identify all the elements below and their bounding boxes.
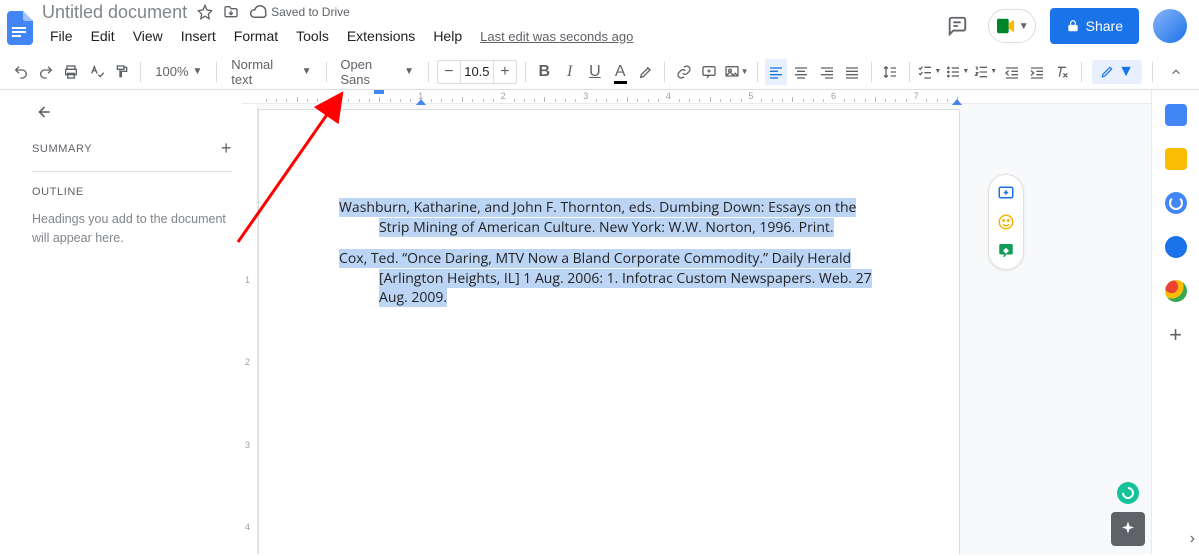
bulleted-list-button[interactable]: ▼ xyxy=(945,59,969,85)
decrease-font-button[interactable]: − xyxy=(438,63,460,81)
explore-button[interactable] xyxy=(1111,512,1145,546)
spellcheck-button[interactable] xyxy=(86,59,107,85)
caret-down-icon: ▼ xyxy=(193,66,203,77)
summary-heading: SUMMARY xyxy=(32,143,92,155)
print-button[interactable] xyxy=(61,59,82,85)
caret-down-icon: ▼ xyxy=(1118,63,1134,81)
ruler-label: 3 xyxy=(583,91,588,101)
contacts-addon-icon[interactable] xyxy=(1165,236,1187,258)
font-dropdown[interactable]: Open Sans▼ xyxy=(334,59,420,85)
star-icon[interactable] xyxy=(197,4,213,20)
menu-edit[interactable]: Edit xyxy=(83,26,123,46)
font-size-value[interactable]: 10.5 xyxy=(460,61,494,83)
last-edit-link[interactable]: Last edit was seconds ago xyxy=(480,29,633,44)
paint-format-button[interactable] xyxy=(111,59,132,85)
redo-button[interactable] xyxy=(35,59,56,85)
cloud-status-text: Saved to Drive xyxy=(271,5,350,19)
caret-down-icon: ▼ xyxy=(404,66,414,77)
highlight-button[interactable] xyxy=(635,59,656,85)
bold-button[interactable]: B xyxy=(534,59,555,85)
v-ruler-label: 4 xyxy=(245,522,250,532)
outline-empty-text: Headings you add to the document will ap… xyxy=(32,210,232,248)
calendar-addon-icon[interactable] xyxy=(1165,104,1187,126)
maps-addon-icon[interactable] xyxy=(1165,280,1187,302)
move-icon[interactable] xyxy=(223,4,239,20)
comment-insert-stack xyxy=(988,174,1024,270)
undo-button[interactable] xyxy=(10,59,31,85)
side-panel: + xyxy=(1151,90,1199,554)
add-comment-button[interactable] xyxy=(698,59,719,85)
grammarly-icon[interactable] xyxy=(1117,482,1139,504)
share-button[interactable]: Share xyxy=(1050,8,1139,44)
line-spacing-button[interactable] xyxy=(879,59,900,85)
numbered-list-button[interactable]: ▼ xyxy=(973,59,997,85)
ruler-label: 7 xyxy=(914,91,919,101)
cloud-saved-icon[interactable]: Saved to Drive xyxy=(249,5,350,19)
suggest-edits-icon[interactable] xyxy=(997,241,1015,259)
document-page[interactable]: Washburn, Katharine, and John F. Thornto… xyxy=(258,109,960,554)
menu-extensions[interactable]: Extensions xyxy=(339,26,423,46)
account-avatar[interactable] xyxy=(1153,9,1187,43)
add-comment-icon[interactable] xyxy=(997,185,1015,203)
paragraph[interactable]: Cox, Ted. “Once Daring, MTV Now a Bland … xyxy=(339,249,879,308)
docs-logo[interactable] xyxy=(0,8,40,48)
ruler-label: 4 xyxy=(666,91,671,101)
zoom-dropdown[interactable]: 100%▼ xyxy=(149,59,208,85)
underline-button[interactable]: U xyxy=(584,59,605,85)
insert-link-button[interactable] xyxy=(673,59,694,85)
add-emoji-icon[interactable] xyxy=(997,213,1015,231)
v-ruler-label: 3 xyxy=(245,440,250,450)
insert-image-button[interactable]: ▼ xyxy=(724,59,749,85)
align-left-button[interactable] xyxy=(765,59,786,85)
comment-history-button[interactable] xyxy=(940,9,974,43)
ruler-label: 6 xyxy=(831,91,836,101)
menu-view[interactable]: View xyxy=(125,26,171,46)
styles-dropdown[interactable]: Normal text▼ xyxy=(225,59,317,85)
right-indent-marker[interactable] xyxy=(952,99,962,105)
keep-addon-icon[interactable] xyxy=(1165,148,1187,170)
v-ruler-label: 1 xyxy=(245,275,250,285)
ruler-label: 5 xyxy=(748,91,753,101)
menu-insert[interactable]: Insert xyxy=(173,26,224,46)
caret-down-icon: ▼ xyxy=(1019,21,1029,32)
outline-heading: OUTLINE xyxy=(32,186,232,198)
first-line-indent-marker[interactable] xyxy=(374,90,384,94)
outline-back-button[interactable] xyxy=(32,102,232,122)
text-color-button[interactable]: A xyxy=(610,59,631,85)
collapse-toolbar-button[interactable] xyxy=(1163,59,1189,85)
v-ruler-label: 2 xyxy=(245,357,250,367)
checklist-button[interactable]: ▼ xyxy=(917,59,941,85)
horizontal-ruler[interactable]: 1234567 xyxy=(242,90,1151,104)
ruler-label: 2 xyxy=(501,91,506,101)
menu-help[interactable]: Help xyxy=(425,26,470,46)
decrease-indent-button[interactable] xyxy=(1001,59,1022,85)
clear-formatting-button[interactable] xyxy=(1052,59,1073,85)
menu-tools[interactable]: Tools xyxy=(288,26,337,46)
share-label: Share xyxy=(1086,18,1123,34)
meet-button[interactable]: ▼ xyxy=(988,9,1036,43)
paragraph[interactable]: Washburn, Katharine, and John F. Thornto… xyxy=(339,198,879,237)
menu-file[interactable]: File xyxy=(42,26,81,46)
hide-side-panel-button[interactable]: › xyxy=(1190,530,1195,548)
align-right-button[interactable] xyxy=(816,59,837,85)
tasks-addon-icon[interactable] xyxy=(1165,192,1187,214)
vertical-ruler[interactable]: 1 2 3 4 xyxy=(242,104,258,554)
align-justify-button[interactable] xyxy=(841,59,862,85)
menu-format[interactable]: Format xyxy=(226,26,286,46)
align-center-button[interactable] xyxy=(791,59,812,85)
increase-indent-button[interactable] xyxy=(1027,59,1048,85)
outline-panel: SUMMARY + OUTLINE Headings you add to th… xyxy=(20,90,242,554)
document-title[interactable]: Untitled document xyxy=(42,2,187,23)
get-addons-button[interactable]: + xyxy=(1169,324,1182,346)
font-size-stepper[interactable]: − 10.5 + xyxy=(437,60,517,84)
toolbar: 100%▼ Normal text▼ Open Sans▼ − 10.5 + B… xyxy=(0,54,1199,90)
caret-down-icon: ▼ xyxy=(302,66,312,77)
add-summary-button[interactable]: + xyxy=(221,138,232,159)
italic-button[interactable]: I xyxy=(559,59,580,85)
editing-mode-button[interactable]: ▼ xyxy=(1092,60,1142,84)
left-indent-marker[interactable] xyxy=(416,99,426,105)
increase-font-button[interactable]: + xyxy=(494,63,516,81)
